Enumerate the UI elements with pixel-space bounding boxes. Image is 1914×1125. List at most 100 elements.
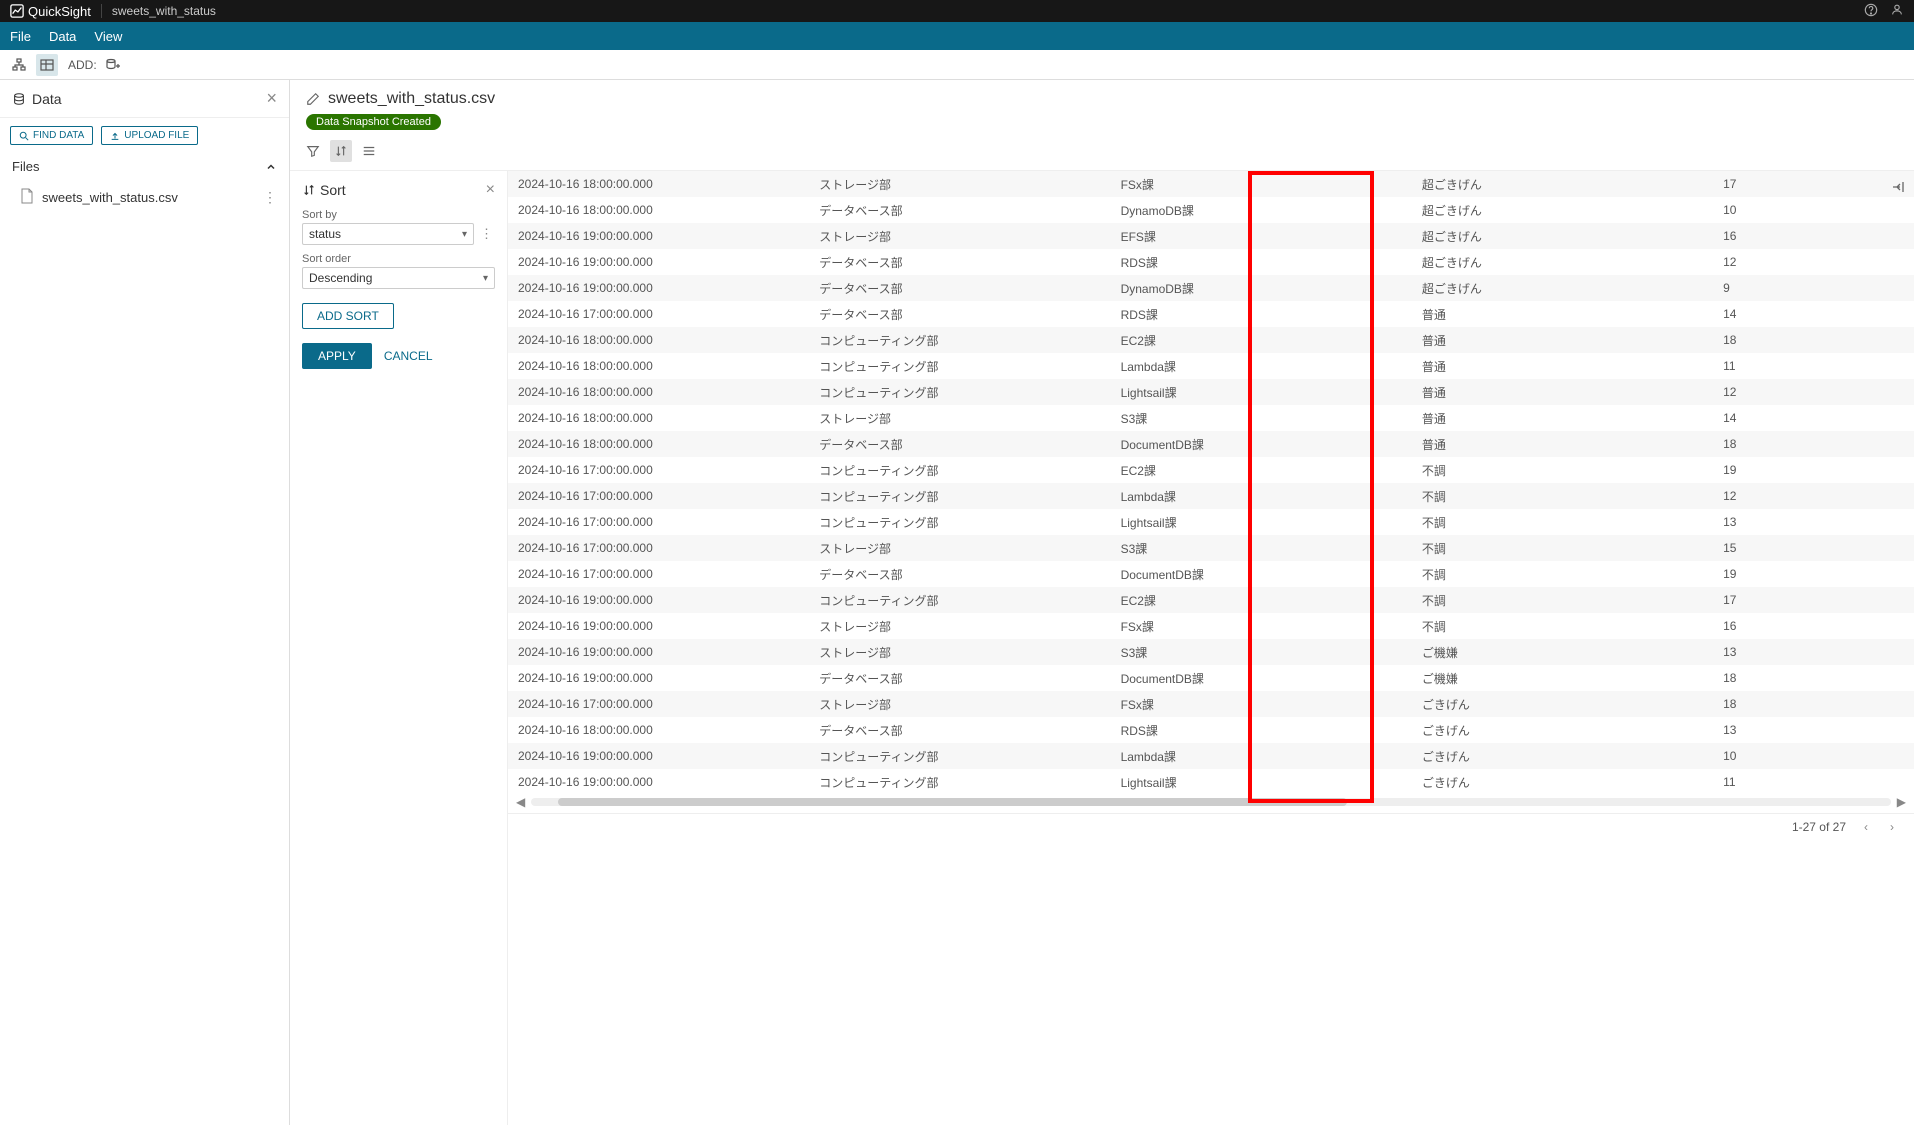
table-row[interactable]: 2024-10-16 19:00:00.000ストレージ部EFS課超ごきげん16 (508, 223, 1914, 249)
table-cell: EC2課 (1111, 587, 1412, 613)
table-cell: FSx課 (1111, 171, 1412, 197)
help-icon[interactable] (1864, 3, 1878, 20)
table-cell: 2024-10-16 18:00:00.000 (508, 379, 809, 405)
table-cell: 10 (1713, 743, 1914, 769)
sort-by-select[interactable]: status ▾ (302, 223, 474, 245)
table-row[interactable]: 2024-10-16 19:00:00.000データベース部RDS課超ごきげん1… (508, 249, 1914, 275)
table-cell: 2024-10-16 18:00:00.000 (508, 197, 809, 223)
table-view-button[interactable] (36, 54, 58, 76)
table-row[interactable]: 2024-10-16 19:00:00.000コンピューティング部Lambda課… (508, 743, 1914, 769)
menu-file[interactable]: File (10, 29, 31, 44)
table-cell: 超ごきげん (1412, 223, 1713, 249)
page-prev-button[interactable]: ‹ (1860, 820, 1872, 834)
scroll-right-button[interactable]: ▶ (1897, 795, 1906, 809)
table-row[interactable]: 2024-10-16 18:00:00.000データベース部DynamoDB課超… (508, 197, 1914, 223)
table-cell: 不調 (1412, 613, 1713, 639)
sort-by-menu[interactable]: ⋮ (478, 226, 495, 242)
table-cell: EFS課 (1111, 223, 1412, 249)
table-row[interactable]: 2024-10-16 18:00:00.000コンピューティング部Lightsa… (508, 379, 1914, 405)
table-row[interactable]: 2024-10-16 18:00:00.000データベース部RDS課ごきげん13 (508, 717, 1914, 743)
sort-panel-close[interactable]: × (486, 181, 495, 199)
table-row[interactable]: 2024-10-16 19:00:00.000データベース部DocumentDB… (508, 665, 1914, 691)
table-cell: ごきげん (1412, 717, 1713, 743)
sort-order-select[interactable]: Descending ▾ (302, 267, 495, 289)
table-row[interactable]: 2024-10-16 19:00:00.000コンピューティング部EC2課不調1… (508, 587, 1914, 613)
table-cell: 11 (1713, 353, 1914, 379)
table-cell: 不調 (1412, 587, 1713, 613)
add-data-button[interactable] (103, 55, 123, 75)
schema-view-button[interactable] (8, 54, 30, 76)
table-row[interactable]: 2024-10-16 18:00:00.000データベース部DocumentDB… (508, 431, 1914, 457)
file-menu-button[interactable]: ⋮ (263, 189, 277, 206)
sidebar-close-button[interactable]: × (266, 88, 277, 109)
menu-view[interactable]: View (94, 29, 122, 44)
table-cell: EC2課 (1111, 457, 1412, 483)
table-cell: 2024-10-16 17:00:00.000 (508, 509, 809, 535)
table-cell: S3課 (1111, 639, 1412, 665)
table-row[interactable]: 2024-10-16 17:00:00.000ストレージ部FSx課ごきげん18 (508, 691, 1914, 717)
table-icon (39, 57, 55, 73)
table-cell: ストレージ部 (809, 613, 1110, 639)
cancel-button[interactable]: CANCEL (384, 349, 433, 363)
collapse-panel-button[interactable] (1890, 179, 1906, 198)
columns-icon (362, 144, 376, 158)
table-row[interactable]: 2024-10-16 19:00:00.000ストレージ部S3課ご機嫌13 (508, 639, 1914, 665)
horizontal-scrollbar[interactable] (531, 798, 1891, 806)
filter-tool[interactable] (302, 140, 324, 162)
table-cell: ごきげん (1412, 743, 1713, 769)
table-cell: 13 (1713, 509, 1914, 535)
table-row[interactable]: 2024-10-16 17:00:00.000コンピューティング部EC2課不調1… (508, 457, 1914, 483)
table-cell: 普通 (1412, 379, 1713, 405)
content-title: sweets_with_status.csv (328, 90, 495, 108)
table-cell: Lightsail課 (1111, 509, 1412, 535)
add-label: ADD: (68, 58, 97, 72)
table-cell: 2024-10-16 19:00:00.000 (508, 639, 809, 665)
table-cell: 2024-10-16 19:00:00.000 (508, 223, 809, 249)
columns-tool[interactable] (358, 140, 380, 162)
table-row[interactable]: 2024-10-16 17:00:00.000コンピューティング部Lightsa… (508, 509, 1914, 535)
upload-file-button[interactable]: UPLOAD FILE (101, 126, 198, 145)
menu-data[interactable]: Data (49, 29, 76, 44)
table-cell: 普通 (1412, 405, 1713, 431)
table-row[interactable]: 2024-10-16 17:00:00.000コンピューティング部Lambda課… (508, 483, 1914, 509)
table-cell: 13 (1713, 717, 1914, 743)
table-row[interactable]: 2024-10-16 19:00:00.000データベース部DynamoDB課超… (508, 275, 1914, 301)
brand-logo[interactable]: QuickSight (10, 4, 91, 19)
table-cell: 2024-10-16 17:00:00.000 (508, 457, 809, 483)
table-row[interactable]: 2024-10-16 18:00:00.000コンピューティング部Lambda課… (508, 353, 1914, 379)
add-sort-button[interactable]: ADD SORT (302, 303, 394, 329)
apply-button[interactable]: APPLY (302, 343, 372, 369)
table-cell: 17 (1713, 171, 1914, 197)
file-icon (20, 188, 34, 207)
scroll-left-button[interactable]: ◀ (516, 795, 525, 809)
table-row[interactable]: 2024-10-16 19:00:00.000ストレージ部FSx課不調16 (508, 613, 1914, 639)
table-row[interactable]: 2024-10-16 17:00:00.000データベース部RDS課普通14 (508, 301, 1914, 327)
scrollbar-thumb[interactable] (558, 798, 1347, 806)
table-cell: コンピューティング部 (809, 379, 1110, 405)
table-row[interactable]: 2024-10-16 18:00:00.000コンピューティング部EC2課普通1… (508, 327, 1914, 353)
user-icon[interactable] (1890, 3, 1904, 20)
files-section-header[interactable]: Files (0, 153, 289, 180)
quicksight-icon (10, 4, 24, 18)
find-data-button[interactable]: FIND DATA (10, 126, 93, 145)
table-cell: 不調 (1412, 509, 1713, 535)
brand-text: QuickSight (28, 4, 91, 19)
sort-tool[interactable] (330, 140, 352, 162)
table-row[interactable]: 2024-10-16 19:00:00.000コンピューティング部Lightsa… (508, 769, 1914, 795)
file-item[interactable]: sweets_with_status.csv ⋮ (0, 180, 289, 215)
table-cell: 2024-10-16 17:00:00.000 (508, 691, 809, 717)
table-row[interactable]: 2024-10-16 18:00:00.000ストレージ部S3課普通14 (508, 405, 1914, 431)
page-next-button[interactable]: › (1886, 820, 1898, 834)
table-cell: 2024-10-16 19:00:00.000 (508, 249, 809, 275)
table-row[interactable]: 2024-10-16 17:00:00.000データベース部DocumentDB… (508, 561, 1914, 587)
table-row[interactable]: 2024-10-16 17:00:00.000ストレージ部S3課不調15 (508, 535, 1914, 561)
pagination-range: 1-27 of 27 (1792, 820, 1846, 834)
topbar-title: sweets_with_status (112, 4, 216, 18)
table-cell: 13 (1713, 639, 1914, 665)
chevron-down-icon: ▾ (462, 229, 467, 240)
table-wrap[interactable]: 2024-10-16 18:00:00.000ストレージ部FSx課超ごきげん17… (508, 171, 1914, 1125)
table-cell: 12 (1713, 379, 1914, 405)
table-cell: 2024-10-16 18:00:00.000 (508, 431, 809, 457)
edit-icon[interactable] (306, 92, 320, 106)
table-row[interactable]: 2024-10-16 18:00:00.000ストレージ部FSx課超ごきげん17 (508, 171, 1914, 197)
